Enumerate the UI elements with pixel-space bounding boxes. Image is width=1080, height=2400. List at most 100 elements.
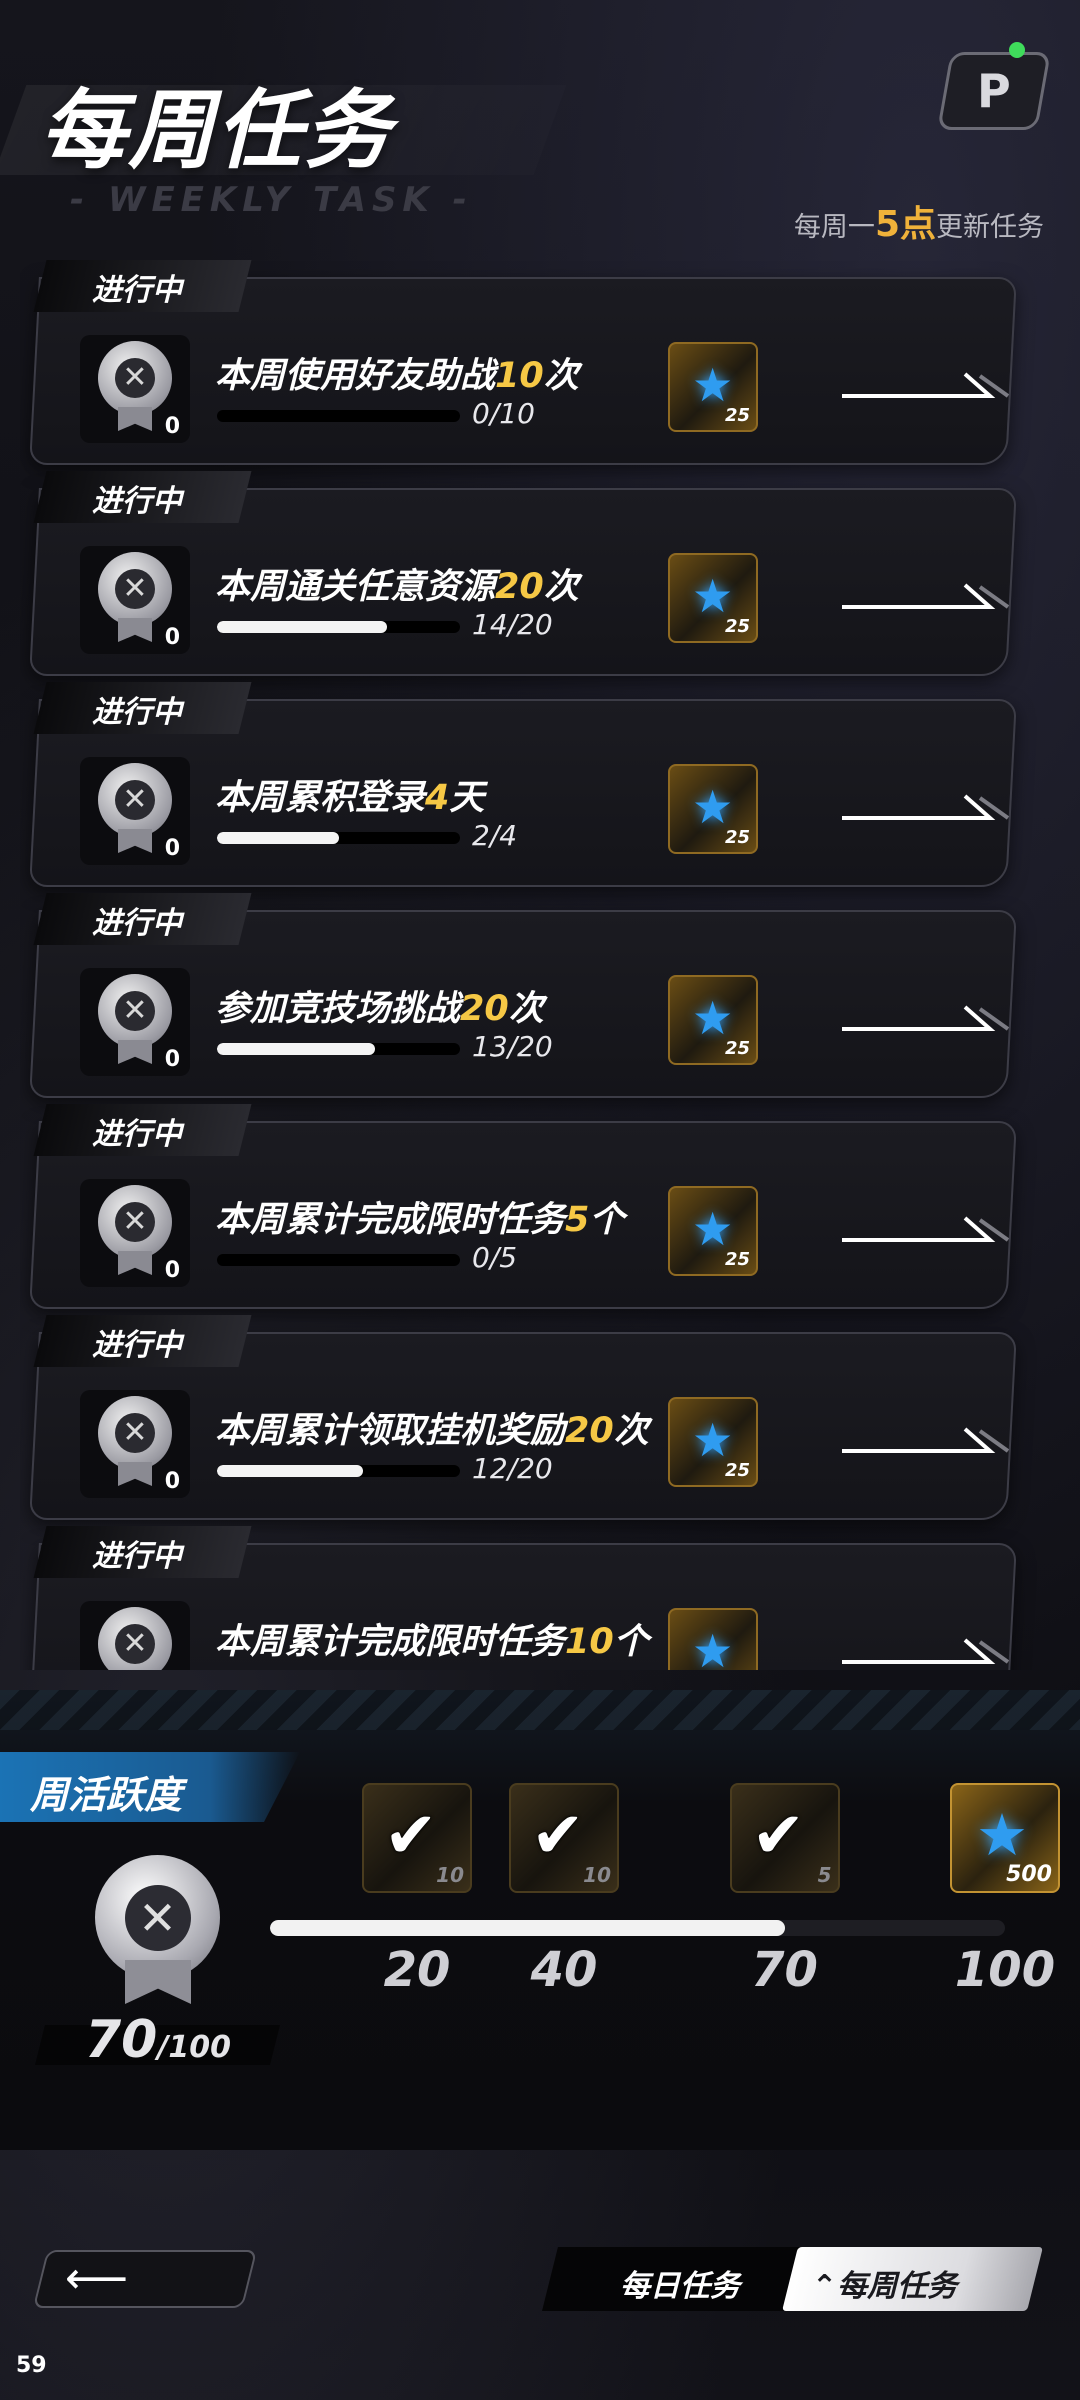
tab-daily-label: 每日任务 <box>620 2269 740 2304</box>
task-progress-bar <box>217 1465 460 1477</box>
reward-item[interactable]: ★ 25 <box>668 1608 758 1670</box>
medal-icon: ✕ <box>98 552 172 626</box>
task-title: 参加竞技场挑战20次 <box>215 980 544 1031</box>
star-icon: ★ <box>976 1801 1028 1869</box>
medal-count: 0 <box>164 414 180 439</box>
reward-count: 10 <box>436 1863 464 1887</box>
status-badge: 进行中 <box>92 1328 182 1363</box>
reward-item[interactable]: ★ 25 <box>668 764 758 854</box>
task-progress-bar <box>217 832 460 844</box>
arrow-left-icon: ⟵ <box>65 2253 129 2304</box>
task-title: 本周累计完成限时任务5个 <box>215 1191 624 1242</box>
reward-count: 500 <box>1006 1862 1052 1887</box>
tab-weekly-label: ⌃每周任务 <box>812 2269 958 2304</box>
milestone-tick: 40 <box>530 1942 598 1998</box>
go-arrow-icon[interactable] <box>840 1636 1015 1666</box>
task-card[interactable]: 进行中 ✕ 0 本周通关任意资源20次 14/20 ★ 25 <box>20 466 1020 676</box>
task-title-text: 本周累积登录 <box>215 778 426 818</box>
reward-item[interactable]: ★ 25 <box>668 1397 758 1487</box>
status-badge: 进行中 <box>92 695 182 730</box>
milestone-tick: 70 <box>751 1942 818 1998</box>
task-list[interactable]: 进行中 ✕ 0 本周使用好友助战10次 0/10 ★ 25 进行中 ✕ 0 本周… <box>20 255 1060 1670</box>
medal-icon: ✕ <box>98 1607 172 1670</box>
go-arrow-icon[interactable] <box>840 1425 1015 1455</box>
task-card[interactable]: 进行中 ✕ 0 参加竞技场挑战20次 13/20 ★ 25 <box>20 888 1020 1098</box>
medal-box: ✕ 0 <box>80 1601 190 1670</box>
task-progress-fill <box>217 1465 363 1477</box>
task-card[interactable]: 进行中 ✕ 0 本周累积登录4天 2/4 ★ 25 <box>20 677 1020 887</box>
activity-label: 周活跃度 <box>30 1773 183 1817</box>
reward-count: 25 <box>724 616 750 637</box>
task-progress-bar <box>217 1254 460 1266</box>
reward-count: 25 <box>724 1460 750 1481</box>
task-progress-text: 12/20 <box>472 1452 553 1485</box>
reward-item[interactable]: ★ 25 <box>668 553 758 643</box>
activity-progress-fill <box>270 1920 785 1936</box>
go-arrow-icon[interactable] <box>840 1003 1015 1033</box>
reward-count: 10 <box>583 1863 611 1887</box>
medal-box: ✕ 0 <box>80 1179 190 1287</box>
go-arrow-icon[interactable] <box>840 792 1015 822</box>
go-arrow-icon[interactable] <box>840 581 1015 611</box>
milestone-tick: 20 <box>383 1942 451 1998</box>
task-title-unit: 次 <box>543 567 579 607</box>
task-title-text: 参加竞技场挑战 <box>215 989 461 1029</box>
refresh-hour: 5点 <box>874 204 936 245</box>
medal-ribbon <box>118 1462 152 1486</box>
medal-icon: ✕ <box>98 1396 172 1470</box>
task-card[interactable]: 进行中 ✕ 0 本周累计完成限时任务5个 0/5 ★ 25 <box>20 1099 1020 1309</box>
activity-progress-bar <box>270 1920 1005 1936</box>
star-icon: ★ <box>692 569 734 623</box>
star-icon: ★ <box>692 358 734 412</box>
task-progress-text: 0/10 <box>472 397 535 430</box>
star-icon: ★ <box>692 1413 734 1467</box>
status-badge: 进行中 <box>92 273 182 308</box>
reward-item[interactable]: ★ 25 <box>668 342 758 432</box>
tab-weekly-text: 每周任务 <box>837 2269 958 2304</box>
star-icon: ★ <box>692 1202 734 1256</box>
medal-box: ✕ 0 <box>80 968 190 1076</box>
activity-reward[interactable]: ✔ 5 <box>729 1783 840 1893</box>
page-header: 每周任务 <box>40 60 392 185</box>
score-max: /100 <box>157 2030 231 2065</box>
activity-reward[interactable]: ✔ 10 <box>362 1783 472 1893</box>
check-icon: ✔ <box>531 1799 585 1873</box>
activity-reward[interactable]: ✔ 10 <box>509 1783 619 1893</box>
task-progress-fill <box>217 1043 375 1055</box>
medal-ribbon <box>118 407 152 431</box>
task-card[interactable]: 进行中 ✕ 0 本周使用好友助战10次 0/10 ★ 25 <box>20 255 1020 465</box>
task-title-unit: 次 <box>613 1411 649 1451</box>
task-progress-bar <box>217 1043 460 1055</box>
medal-icon: ✕ <box>98 974 172 1048</box>
task-title-unit: 个 <box>613 1622 649 1662</box>
task-progress-fill <box>217 621 388 633</box>
go-arrow-icon[interactable] <box>840 370 1015 400</box>
score-current: 70 <box>85 2010 158 2070</box>
activity-reward[interactable]: ★ 500 <box>950 1783 1060 1893</box>
task-target: 20 <box>495 567 544 607</box>
task-card[interactable]: 进行中 ✕ 0 本周累计领取挂机奖励20次 12/20 ★ 25 <box>20 1310 1020 1520</box>
task-target: 10 <box>565 1622 614 1662</box>
reward-count: 25 <box>724 405 750 426</box>
medal-count: 0 <box>164 625 180 650</box>
task-target: 10 <box>495 356 544 396</box>
medal-ribbon <box>118 618 152 642</box>
mail-button[interactable]: P <box>937 52 1051 130</box>
task-target: 20 <box>460 989 509 1029</box>
activity-divider <box>0 1690 1080 1730</box>
medal-ribbon <box>118 1040 152 1064</box>
status-badge: 进行中 <box>92 484 182 519</box>
task-card[interactable]: 进行中 ✕ 0 本周累计完成限时任务10个 ★ 25 <box>20 1521 1020 1670</box>
reward-item[interactable]: ★ 25 <box>668 975 758 1065</box>
medal-icon: ✕ <box>98 1185 172 1259</box>
task-progress-fill <box>217 832 339 844</box>
task-progress-text: 13/20 <box>472 1030 553 1063</box>
task-title-text: 本周累计完成限时任务 <box>215 1622 566 1662</box>
reward-count: 25 <box>724 1249 750 1270</box>
task-title-unit: 个 <box>589 1200 625 1240</box>
task-title: 本周使用好友助战10次 <box>215 347 579 398</box>
reward-item[interactable]: ★ 25 <box>668 1186 758 1276</box>
go-arrow-icon[interactable] <box>840 1214 1015 1244</box>
status-badge: 进行中 <box>92 1117 182 1152</box>
task-progress-text: 0/5 <box>472 1241 518 1274</box>
